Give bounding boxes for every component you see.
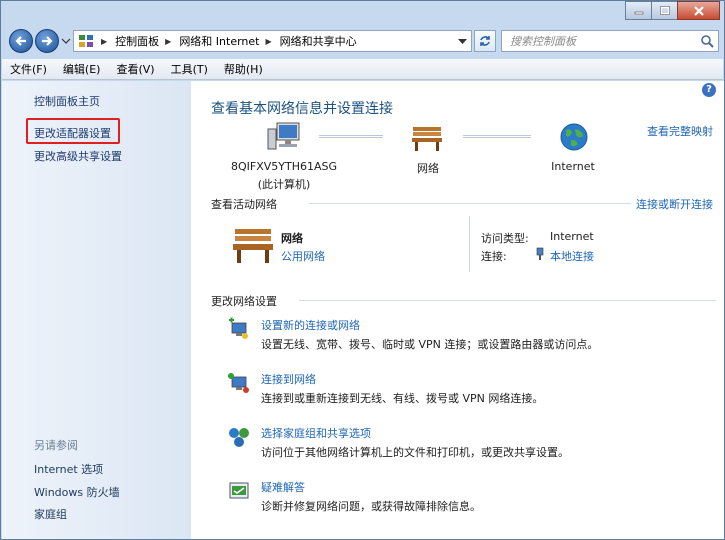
- bench-network-icon[interactable]: [410, 123, 444, 153]
- section-divider: [309, 203, 631, 204]
- map-connector-line: [463, 135, 531, 138]
- troubleshoot-icon: [229, 482, 249, 499]
- help-icon[interactable]: ?: [702, 83, 716, 97]
- vertical-divider: [469, 216, 470, 272]
- computer-sub-label: (此计算机): [257, 178, 311, 191]
- local-connection-link[interactable]: 本地连接: [550, 248, 594, 264]
- access-type-label: 访问类型:: [481, 232, 529, 245]
- local-connection-icon: [536, 247, 544, 260]
- window-controls: [625, 1, 720, 20]
- breadcrumb-separator-icon[interactable]: ▶: [101, 37, 107, 46]
- homegroup-icon: [229, 428, 249, 447]
- breadcrumb-separator-icon[interactable]: ▶: [266, 37, 272, 46]
- maximize-button[interactable]: [651, 1, 678, 20]
- main-content: 查看基本网络信息并设置连接 查看完整映射 8QIFXV5YTH61ASG (此计…: [191, 81, 724, 539]
- refresh-button[interactable]: [474, 30, 496, 52]
- sidebar-control-panel-home[interactable]: 控制面板主页: [34, 93, 100, 109]
- connect-network-icon: [228, 373, 249, 393]
- task-connect-network-desc: 连接到或重新连接到无线、有线、拨号或 VPN 网络连接。: [261, 392, 544, 405]
- task-troubleshoot-desc: 诊断并修复网络问题，或获得故障排除信息。: [261, 500, 481, 513]
- network-type-link[interactable]: 公用网络: [281, 248, 325, 264]
- back-button[interactable]: [9, 29, 33, 53]
- change-settings-heading: 更改网络设置: [211, 295, 277, 308]
- new-connection-icon: [229, 317, 248, 339]
- control-panel-icon: [79, 35, 93, 47]
- computer-name: 8QIFXV5YTH61ASG: [230, 160, 338, 173]
- map-connector-line: [319, 135, 383, 138]
- recent-pages-chevron-down-icon[interactable]: [61, 36, 71, 46]
- sidebar-windows-firewall[interactable]: Windows 防火墙: [34, 484, 120, 500]
- sidebar-change-advanced-sharing[interactable]: 更改高级共享设置: [34, 148, 122, 164]
- connect-disconnect-link[interactable]: 连接或断开连接: [636, 196, 713, 212]
- arrow-left-icon: [15, 36, 26, 46]
- task-setup-connection-link[interactable]: 设置新的连接或网络: [261, 317, 360, 333]
- sidebar-homegroup[interactable]: 家庭组: [34, 506, 67, 522]
- address-dropdown-chevron-down-icon[interactable]: [458, 37, 467, 46]
- sidebar-internet-options[interactable]: Internet 选项: [34, 461, 103, 477]
- menu-view[interactable]: 查看(V): [108, 59, 162, 80]
- task-troubleshoot-link[interactable]: 疑难解答: [261, 479, 305, 495]
- page-title: 查看基本网络信息并设置连接: [211, 101, 393, 117]
- internet-globe-icon[interactable]: [558, 121, 590, 153]
- breadcrumb-separator-icon[interactable]: ▶: [165, 37, 171, 46]
- search-placeholder: 搜索控制面板: [510, 35, 576, 48]
- search-icon[interactable]: [700, 34, 714, 48]
- close-icon: [693, 5, 704, 16]
- forward-button[interactable]: [35, 29, 59, 53]
- active-network-name: 网络: [281, 232, 303, 245]
- navigation-bar: ▶ 控制面板 ▶ 网络和 Internet ▶ 网络和共享中心 搜索控制面板: [1, 23, 725, 59]
- arrow-right-icon: [42, 36, 53, 46]
- sidebar-change-adapter-settings[interactable]: 更改适配器设置: [34, 125, 111, 141]
- menu-tools[interactable]: 工具(T): [163, 59, 216, 80]
- breadcrumb-control-panel[interactable]: 控制面板 ▶: [115, 33, 179, 49]
- map-network-label: 网络: [417, 162, 439, 175]
- active-networks-heading: 查看活动网络: [211, 198, 277, 211]
- maximize-icon: [659, 6, 670, 15]
- close-button[interactable]: [677, 1, 720, 20]
- search-input[interactable]: 搜索控制面板: [501, 30, 719, 52]
- see-also-heading: 另请参阅: [34, 439, 78, 452]
- section-divider: [299, 300, 716, 301]
- menu-help[interactable]: 帮助(H): [216, 59, 271, 80]
- bench-network-icon: [233, 229, 273, 263]
- view-full-map-link[interactable]: 查看完整映射: [647, 123, 713, 139]
- task-sidebar: 控制面板主页 更改适配器设置 更改高级共享设置 另请参阅 Internet 选项…: [2, 81, 191, 539]
- minimize-button[interactable]: [625, 1, 652, 20]
- menu-file[interactable]: 文件(F): [2, 59, 55, 80]
- computer-icon[interactable]: [265, 119, 305, 155]
- breadcrumb-network-sharing-center[interactable]: 网络和共享中心: [280, 33, 357, 49]
- task-setup-connection-desc: 设置无线、宽带、拨号、临时或 VPN 连接；或设置路由器或访问点。: [261, 338, 599, 351]
- task-homegroup-desc: 访问位于其他网络计算机上的文件和打印机，或更改共享设置。: [261, 446, 569, 459]
- menu-bar: 文件(F) 编辑(E) 查看(V) 工具(T) 帮助(H): [2, 59, 723, 80]
- connection-label: 连接:: [481, 250, 507, 263]
- map-internet-label: Internet: [551, 160, 595, 173]
- task-connect-network-link[interactable]: 连接到网络: [261, 371, 316, 387]
- address-bar[interactable]: ▶ 控制面板 ▶ 网络和 Internet ▶ 网络和共享中心: [73, 30, 472, 52]
- control-panel-window: ▶ 控制面板 ▶ 网络和 Internet ▶ 网络和共享中心 搜索控制面板 文件(…: [0, 0, 725, 540]
- task-homegroup-link[interactable]: 选择家庭组和共享选项: [261, 425, 371, 441]
- minimize-icon: [634, 11, 643, 14]
- access-type-value: Internet: [550, 230, 594, 243]
- refresh-icon: [480, 36, 490, 46]
- breadcrumb-network-internet[interactable]: 网络和 Internet ▶: [179, 33, 279, 49]
- menu-edit[interactable]: 编辑(E): [55, 59, 109, 80]
